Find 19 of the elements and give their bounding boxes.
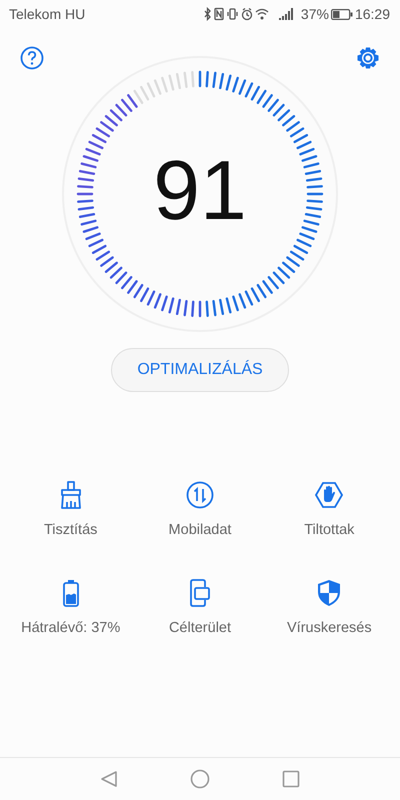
tile-label[interactable]: Tisztítás	[44, 522, 98, 538]
optimize-button[interactable]: OPTIMALIZÁLÁS	[111, 348, 289, 392]
tile-label[interactable]: Hátralévő: 37%	[21, 620, 120, 636]
tile-label[interactable]: Célterület	[168, 620, 232, 636]
home-icon[interactable]	[190, 769, 210, 789]
battery-percentage: 37%	[300, 6, 329, 22]
carrier-name: Telekom HU	[9, 6, 86, 22]
blocked-hand-icon[interactable]	[315, 480, 344, 510]
tile-label[interactable]: Víruskeresés	[287, 620, 372, 636]
clock-time: 16:29	[354, 6, 390, 22]
tile-label[interactable]: Mobiladat	[168, 522, 232, 538]
tile-label[interactable]: Tiltottak	[304, 522, 354, 538]
help-icon[interactable]	[20, 46, 44, 70]
battery-icon	[330, 8, 353, 20]
data-transfer-icon[interactable]	[186, 480, 214, 510]
recent-apps-icon[interactable]	[282, 770, 300, 788]
score-value: 91	[153, 148, 247, 232]
settings-icon[interactable]	[356, 46, 380, 70]
back-icon[interactable]	[100, 770, 118, 788]
